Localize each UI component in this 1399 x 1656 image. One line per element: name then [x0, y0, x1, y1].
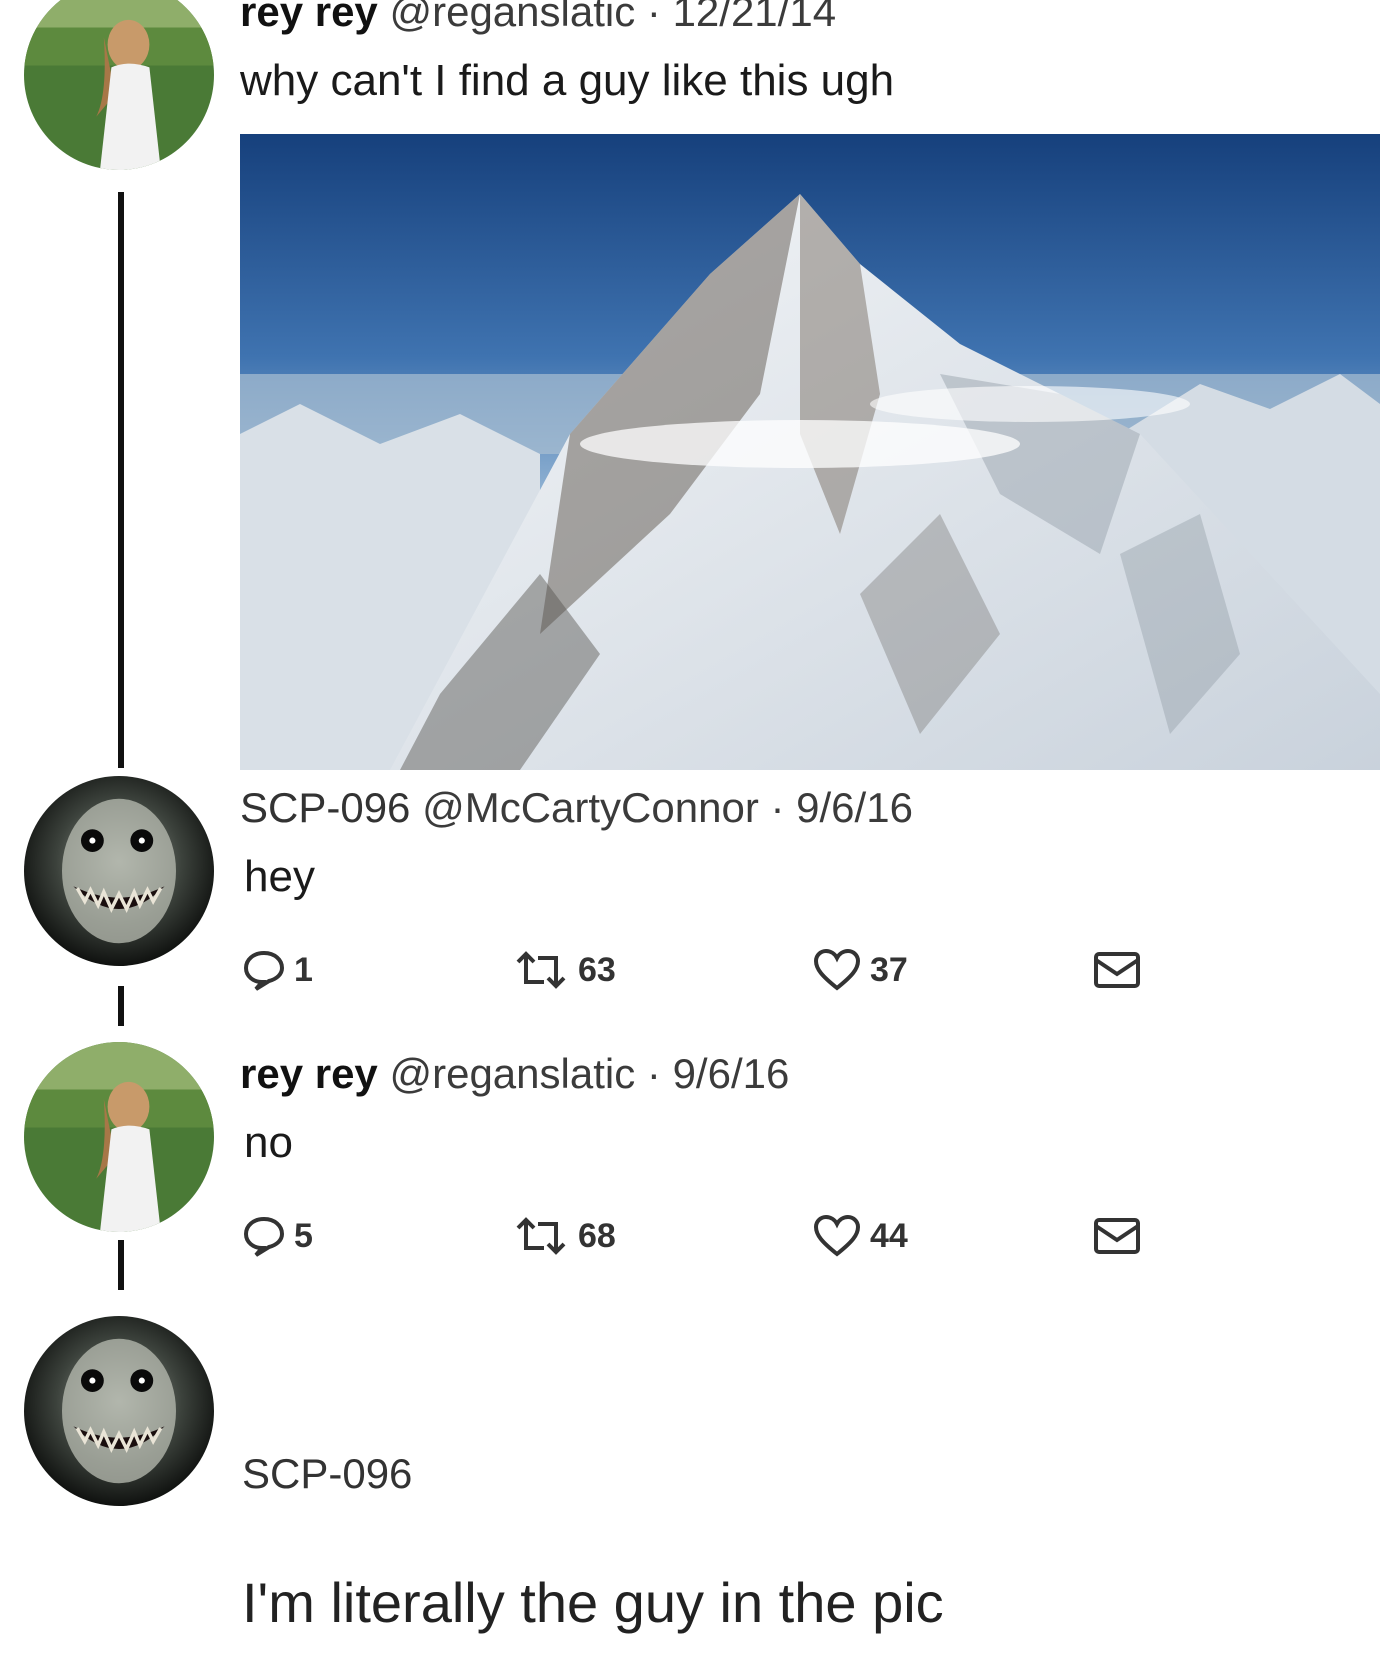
- avatar[interactable]: [24, 0, 214, 170]
- tweet-meta: SCP-096: [242, 1450, 412, 1498]
- girl-field-avatar-icon: [24, 0, 214, 170]
- like-button[interactable]: 37: [812, 948, 908, 992]
- avatar[interactable]: [24, 1316, 214, 1506]
- reply-button[interactable]: 1: [242, 948, 313, 992]
- pale-creature-avatar-icon: [24, 1316, 214, 1506]
- author-handle[interactable]: @McCartyConnor: [422, 784, 759, 831]
- tweet-text: why can't I find a guy like this ugh: [240, 56, 895, 105]
- author-name[interactable]: SCP-096: [240, 784, 410, 831]
- heart-icon: [813, 948, 861, 991]
- like-button[interactable]: 44: [812, 1214, 908, 1258]
- speech-bubble-icon: [243, 1216, 285, 1257]
- tweet-meta: rey rey @reganslatic · 12/21/14: [240, 0, 836, 36]
- like-count: 37: [870, 950, 908, 989]
- thread-line-2: [118, 986, 124, 1026]
- tweet-date[interactable]: 9/6/16: [673, 1050, 790, 1097]
- retweet-count: 63: [578, 950, 616, 989]
- like-count: 44: [870, 1216, 908, 1255]
- meta-separator: ·: [770, 784, 785, 831]
- pale-creature-avatar-icon: [24, 776, 214, 966]
- reply-count: 5: [294, 1216, 313, 1255]
- tweet-text: I'm literally the guy in the pic: [242, 1571, 944, 1634]
- avatar[interactable]: [24, 1042, 214, 1232]
- avatar[interactable]: [24, 776, 214, 966]
- retweet-arrows-icon: [516, 951, 566, 989]
- author-name[interactable]: SCP-096: [242, 1450, 412, 1497]
- retweet-button[interactable]: 63: [512, 948, 616, 992]
- meta-separator: ·: [646, 0, 661, 35]
- author-handle[interactable]: @reganslatic: [389, 0, 635, 35]
- author-name[interactable]: rey rey: [240, 0, 378, 35]
- thread-line-3: [118, 1240, 124, 1290]
- tweet-image[interactable]: [240, 134, 1380, 770]
- message-button[interactable]: [1092, 948, 1142, 992]
- reply-button[interactable]: 5: [242, 1214, 313, 1258]
- meta-separator: ·: [646, 1050, 661, 1097]
- tweet-date[interactable]: 9/6/16: [796, 784, 913, 831]
- retweet-button[interactable]: 68: [512, 1214, 616, 1258]
- mountain-photo-icon: [240, 134, 1380, 770]
- envelope-icon: [1094, 1218, 1140, 1254]
- tweet-text: no: [244, 1118, 293, 1167]
- tweet-actions: 1 63 37: [242, 948, 1242, 1008]
- author-name[interactable]: rey rey: [240, 1050, 378, 1097]
- tweet-meta: rey rey @reganslatic · 9/6/16: [240, 1050, 789, 1098]
- envelope-icon: [1094, 952, 1140, 988]
- message-button[interactable]: [1092, 1214, 1142, 1258]
- retweet-arrows-icon: [516, 1217, 566, 1255]
- girl-field-avatar-icon: [24, 1042, 214, 1232]
- tweet-actions: 5 68 44: [242, 1214, 1242, 1274]
- tweet-meta: SCP-096 @McCartyConnor · 9/6/16: [240, 784, 913, 832]
- thread-line-1: [118, 192, 124, 768]
- author-handle[interactable]: @reganslatic: [389, 1050, 635, 1097]
- heart-icon: [813, 1214, 861, 1257]
- retweet-count: 68: [578, 1216, 616, 1255]
- reply-count: 1: [294, 950, 313, 989]
- tweet-text: hey: [244, 852, 315, 901]
- tweet-date[interactable]: 12/21/14: [673, 0, 837, 35]
- speech-bubble-icon: [243, 950, 285, 991]
